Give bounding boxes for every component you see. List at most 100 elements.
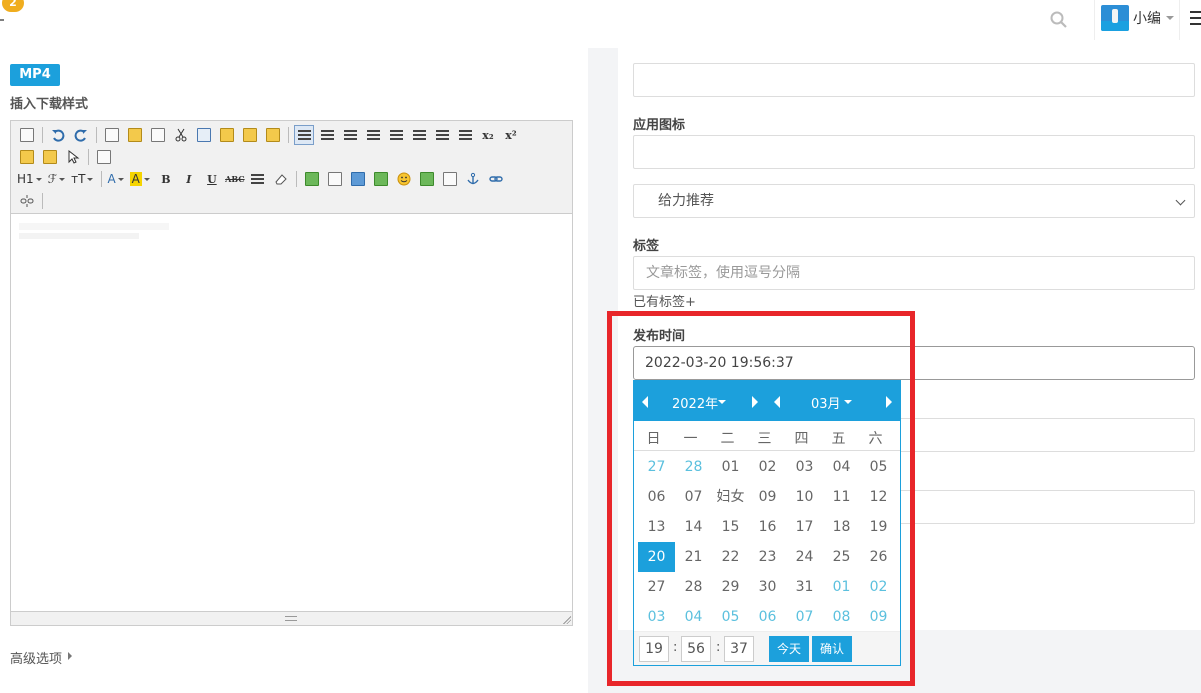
selected-day-cell[interactable]: 20 bbox=[638, 542, 675, 572]
confirm-button[interactable]: 确认 bbox=[812, 636, 852, 662]
recommend-select[interactable]: 给力推荐 bbox=[633, 184, 1195, 218]
day-cell[interactable]: 28 bbox=[675, 572, 712, 602]
day-cell[interactable]: 13 bbox=[638, 512, 675, 542]
unordered-list-icon[interactable] bbox=[409, 125, 429, 145]
day-cell[interactable]: 08 bbox=[823, 602, 860, 632]
app-icon-input[interactable] bbox=[633, 135, 1195, 169]
paste-icon[interactable] bbox=[217, 125, 237, 145]
align-right-icon[interactable] bbox=[340, 125, 360, 145]
month-dropdown[interactable]: 03月 bbox=[811, 393, 841, 412]
preview-icon[interactable] bbox=[102, 125, 122, 145]
day-cell[interactable]: 15 bbox=[712, 512, 749, 542]
day-cell[interactable]: 23 bbox=[749, 542, 786, 572]
table-icon[interactable] bbox=[348, 169, 368, 189]
strikethrough-button[interactable]: ABC bbox=[225, 169, 245, 189]
template-icon[interactable] bbox=[125, 125, 145, 145]
day-cell[interactable]: 17 bbox=[786, 512, 823, 542]
day-cell[interactable]: 05 bbox=[712, 602, 749, 632]
day-cell[interactable]: 25 bbox=[823, 542, 860, 572]
search-icon[interactable] bbox=[1049, 10, 1069, 30]
cut-icon[interactable] bbox=[171, 125, 191, 145]
prev-year-icon[interactable] bbox=[642, 396, 648, 408]
day-cell[interactable]: 18 bbox=[823, 512, 860, 542]
advanced-options-toggle[interactable]: 高级选项 bbox=[10, 648, 62, 667]
unlink-icon[interactable] bbox=[17, 191, 37, 211]
day-cell[interactable]: 21 bbox=[675, 542, 712, 572]
day-cell[interactable]: 06 bbox=[749, 602, 786, 632]
resize-grip-icon[interactable] bbox=[563, 616, 571, 624]
day-cell[interactable]: 01 bbox=[712, 452, 749, 482]
fullscreen-icon[interactable] bbox=[94, 147, 114, 167]
day-cell[interactable]: 30 bbox=[749, 572, 786, 602]
paste-word-icon[interactable] bbox=[263, 125, 283, 145]
day-cell[interactable]: 10 bbox=[786, 482, 823, 512]
horizontal-rule-icon[interactable] bbox=[248, 169, 268, 189]
picture-icon[interactable] bbox=[417, 169, 437, 189]
day-cell[interactable]: 07 bbox=[675, 482, 712, 512]
superscript-icon[interactable]: x² bbox=[501, 125, 521, 145]
day-cell[interactable]: 07 bbox=[786, 602, 823, 632]
user-menu[interactable]: 小编 bbox=[1094, 0, 1180, 40]
bold-button[interactable]: B bbox=[156, 169, 176, 189]
background-color-dropdown[interactable]: A bbox=[129, 169, 150, 189]
link-icon[interactable] bbox=[486, 169, 506, 189]
day-cell[interactable]: 27 bbox=[638, 572, 675, 602]
day-cell[interactable]: 09 bbox=[860, 602, 897, 632]
emoji-icon[interactable] bbox=[394, 169, 414, 189]
editor-content-area[interactable] bbox=[11, 215, 572, 611]
day-cell[interactable]: 03 bbox=[638, 602, 675, 632]
format-painter-icon[interactable] bbox=[40, 147, 60, 167]
clear-format-icon[interactable] bbox=[17, 147, 37, 167]
select-all-icon[interactable] bbox=[63, 147, 83, 167]
day-cell[interactable]: 04 bbox=[823, 452, 860, 482]
eraser-icon[interactable] bbox=[271, 169, 291, 189]
font-color-dropdown[interactable]: A bbox=[107, 169, 124, 189]
day-cell[interactable]: 31 bbox=[786, 572, 823, 602]
day-cell[interactable]: 24 bbox=[786, 542, 823, 572]
day-cell[interactable]: 29 bbox=[712, 572, 749, 602]
align-justify-icon[interactable] bbox=[363, 125, 383, 145]
flash-icon[interactable] bbox=[325, 169, 345, 189]
day-cell[interactable]: 妇女 bbox=[712, 482, 749, 512]
paste-text-icon[interactable] bbox=[240, 125, 260, 145]
day-cell[interactable]: 19 bbox=[860, 512, 897, 542]
align-left-icon[interactable] bbox=[294, 125, 314, 145]
mp4-tag[interactable]: MP4 bbox=[10, 64, 60, 86]
next-year-icon[interactable] bbox=[752, 396, 758, 408]
insert-row-icon[interactable] bbox=[371, 169, 391, 189]
outdent-icon[interactable] bbox=[455, 125, 475, 145]
italic-button[interactable]: I bbox=[179, 169, 199, 189]
day-cell[interactable]: 05 bbox=[860, 452, 897, 482]
page-break-icon[interactable] bbox=[440, 169, 460, 189]
font-size-dropdown[interactable]: тT bbox=[71, 169, 94, 189]
year-dropdown[interactable]: 2022年 bbox=[672, 393, 718, 412]
redo-icon[interactable] bbox=[71, 125, 91, 145]
day-cell[interactable]: 01 bbox=[823, 572, 860, 602]
hour-input[interactable]: 19 bbox=[639, 636, 669, 662]
day-cell[interactable]: 02 bbox=[860, 572, 897, 602]
tags-input[interactable]: 文章标签，使用逗号分隔 bbox=[633, 256, 1195, 290]
day-cell[interactable]: 26 bbox=[860, 542, 897, 572]
undo-icon[interactable] bbox=[48, 125, 68, 145]
existing-tags-link[interactable]: 已有标签+ bbox=[633, 291, 696, 310]
code-icon[interactable] bbox=[148, 125, 168, 145]
second-input[interactable]: 37 bbox=[724, 636, 754, 662]
menu-icon[interactable] bbox=[1190, 11, 1201, 27]
day-cell[interactable]: 14 bbox=[675, 512, 712, 542]
indent-icon[interactable] bbox=[432, 125, 452, 145]
day-cell[interactable]: 06 bbox=[638, 482, 675, 512]
day-cell[interactable]: 09 bbox=[749, 482, 786, 512]
minute-input[interactable]: 56 bbox=[681, 636, 711, 662]
align-center-icon[interactable] bbox=[317, 125, 337, 145]
today-button[interactable]: 今天 bbox=[769, 636, 809, 662]
day-cell[interactable]: 28 bbox=[675, 452, 712, 482]
image-insert-icon[interactable] bbox=[302, 169, 322, 189]
editor-resize-bar[interactable] bbox=[11, 611, 572, 625]
prev-month-icon[interactable] bbox=[774, 396, 780, 408]
source-icon[interactable] bbox=[17, 125, 37, 145]
day-cell[interactable]: 11 bbox=[823, 482, 860, 512]
day-cell[interactable]: 12 bbox=[860, 482, 897, 512]
underline-button[interactable]: U bbox=[202, 169, 222, 189]
ordered-list-icon[interactable] bbox=[386, 125, 406, 145]
day-cell[interactable]: 04 bbox=[675, 602, 712, 632]
